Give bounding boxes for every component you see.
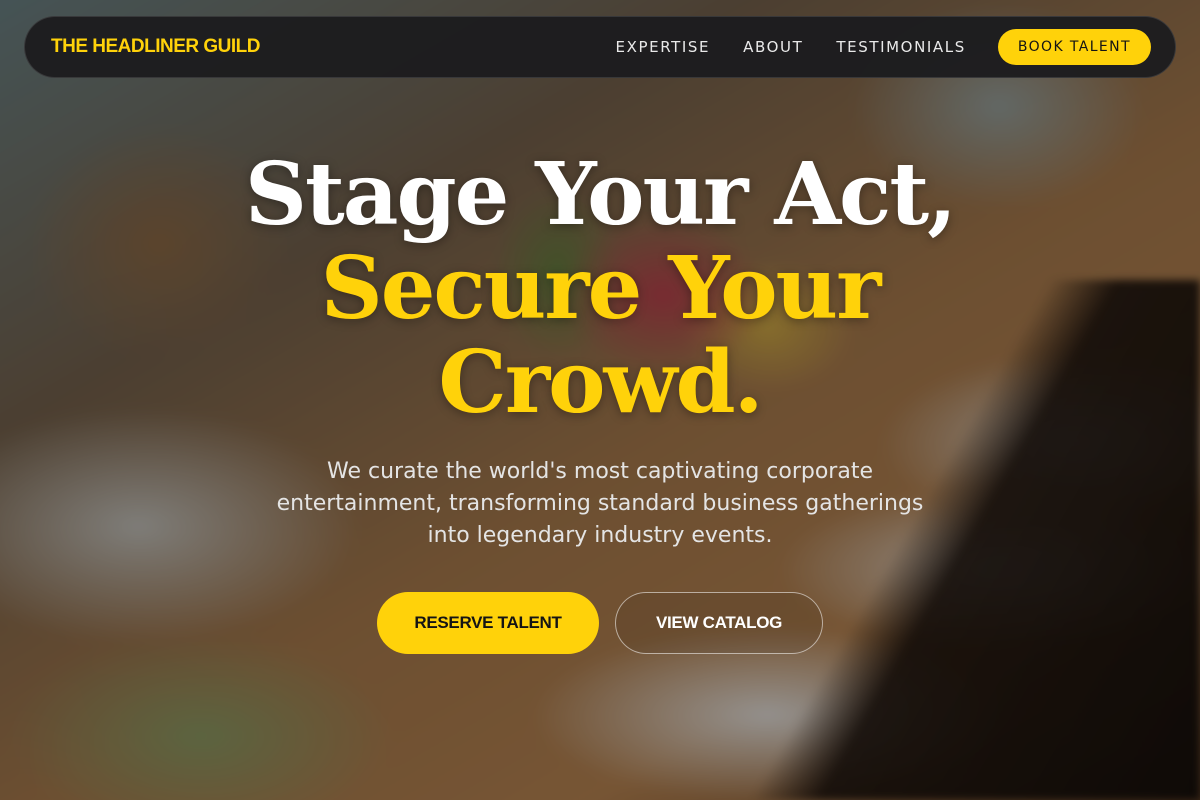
hero-headline: Stage Your Act, Secure Your Crowd. [0,148,1200,430]
hero-subtitle: We curate the world's most captivating c… [276,459,924,548]
nav-links: EXPERTISE ABOUT TESTIMONIALS BOOK TALENT [616,29,1151,65]
nav-link-expertise[interactable]: EXPERTISE [616,38,711,56]
hero-section: THE HEADLINER GUILD EXPERTISE ABOUT TEST… [0,0,1200,800]
nav-link-testimonials[interactable]: TESTIMONIALS [836,38,965,56]
headline-line-2: Secure Your [320,238,882,339]
headline-line-3: Crowd. [438,332,763,433]
navbar: THE HEADLINER GUILD EXPERTISE ABOUT TEST… [24,16,1176,78]
reserve-talent-button[interactable]: RESERVE TALENT [377,592,599,654]
hero-buttons: RESERVE TALENT VIEW CATALOG [0,592,1200,654]
brand-logo[interactable]: THE HEADLINER GUILD [51,36,261,58]
view-catalog-button[interactable]: VIEW CATALOG [615,592,823,654]
headline-line-1: Stage Your Act, [244,144,957,245]
nav-link-about[interactable]: ABOUT [743,38,803,56]
book-talent-button[interactable]: BOOK TALENT [997,29,1151,65]
